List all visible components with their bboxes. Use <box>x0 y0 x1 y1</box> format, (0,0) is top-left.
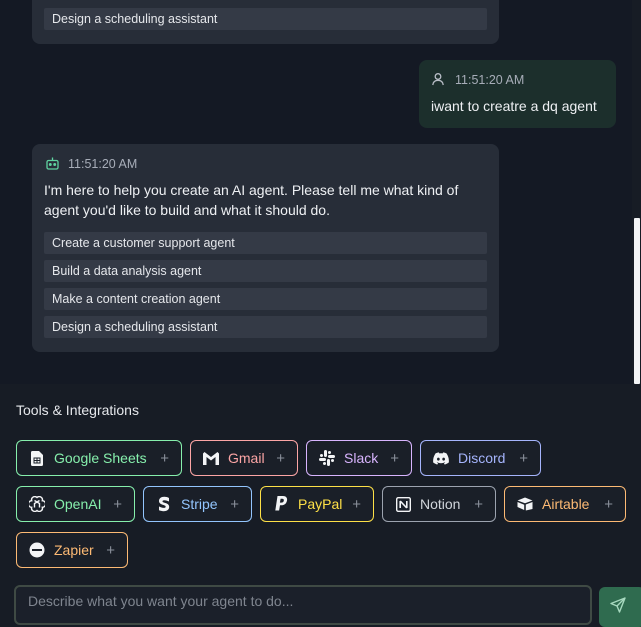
tool-zapier[interactable]: Zapier + <box>16 532 128 568</box>
user-message: 11:51:20 AM iwant to creatre a dq agent <box>419 60 616 128</box>
notion-icon <box>395 496 411 512</box>
discord-icon <box>433 450 449 466</box>
user-icon <box>431 72 445 91</box>
suggestion-button[interactable]: Make a content creation agent <box>44 288 487 310</box>
tool-notion[interactable]: Notion + <box>382 486 496 522</box>
tool-paypal[interactable]: PayPal + <box>260 486 374 522</box>
tool-label: Stripe <box>181 496 218 512</box>
suggestion-button[interactable]: Build a data analysis agent <box>44 260 487 282</box>
tool-stripe[interactable]: Stripe + <box>143 486 252 522</box>
bot-message: 11:51:20 AM I'm here to help you create … <box>32 144 499 352</box>
tool-label: Discord <box>458 450 506 466</box>
add-icon: + <box>390 449 399 467</box>
add-icon: + <box>106 541 115 559</box>
paypal-icon <box>273 496 289 512</box>
bot-message-previous: Design a scheduling assistant <box>32 0 499 44</box>
zapier-icon <box>29 542 45 558</box>
chat-scrollbar[interactable] <box>632 0 641 384</box>
stripe-icon <box>156 496 172 512</box>
send-icon <box>610 597 626 613</box>
tool-discord[interactable]: Discord + <box>420 440 541 476</box>
agent-description-input[interactable] <box>16 587 590 623</box>
google-sheets-icon <box>29 450 45 466</box>
tool-slack[interactable]: Slack + <box>306 440 412 476</box>
add-icon: + <box>519 449 528 467</box>
add-icon: + <box>160 449 169 467</box>
tool-google-sheets[interactable]: Google Sheets + <box>16 440 182 476</box>
add-icon: + <box>474 495 483 513</box>
tool-label: Notion <box>420 496 461 512</box>
tool-label: OpenAI <box>54 496 102 512</box>
suggestion-button[interactable]: Design a scheduling assistant <box>44 316 487 338</box>
tool-label: Airtable <box>542 496 590 512</box>
slack-icon <box>319 450 335 466</box>
message-timestamp: 11:51:20 AM <box>455 73 525 87</box>
message-text: I'm here to help you create an AI agent.… <box>44 182 459 218</box>
tool-label: Slack <box>344 450 379 466</box>
add-icon: + <box>276 449 285 467</box>
tool-label: PayPal <box>298 496 343 512</box>
add-icon: + <box>230 495 239 513</box>
message-text: iwant to creatre a dq agent <box>431 98 597 114</box>
tool-label: Zapier <box>54 542 94 558</box>
tools-section-title: Tools & Integrations <box>16 402 139 418</box>
tool-airtable[interactable]: Airtable + <box>504 486 626 522</box>
scrollbar-thumb[interactable] <box>634 218 640 384</box>
suggestion-button[interactable]: Create a customer support agent <box>44 232 487 254</box>
tool-openai[interactable]: OpenAI + <box>16 486 135 522</box>
message-timestamp: 11:51:20 AM <box>68 157 138 171</box>
add-icon: + <box>352 495 361 513</box>
add-icon: + <box>113 495 122 513</box>
airtable-icon <box>517 496 533 512</box>
tool-label: Google Sheets <box>54 450 147 466</box>
tool-gmail[interactable]: Gmail + <box>190 440 298 476</box>
openai-icon <box>29 496 45 512</box>
bot-icon <box>45 156 60 176</box>
tool-label: Gmail <box>228 450 265 466</box>
send-button[interactable] <box>599 587 641 627</box>
chat-panel: Design a scheduling assistant 11:51:20 A… <box>0 0 632 384</box>
agent-description-field[interactable] <box>14 585 592 625</box>
add-icon: + <box>604 495 613 513</box>
suggestion-button[interactable]: Design a scheduling assistant <box>44 8 487 30</box>
gmail-icon <box>203 450 219 466</box>
